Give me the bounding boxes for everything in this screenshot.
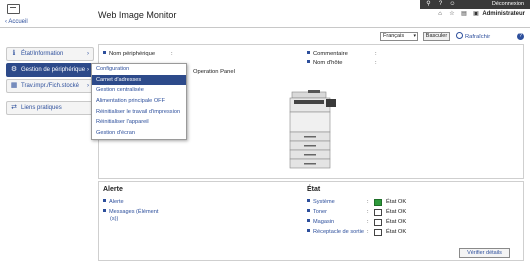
host-name-label: Nom d'hôte [313, 60, 343, 66]
sidebar-item-print-jobs[interactable]: ▦ Trav.impr./Fich.stocké › [6, 79, 94, 93]
colon: : [367, 199, 369, 205]
status-row-output-label[interactable]: Réceptacle de sortie [307, 229, 364, 235]
bullet-icon [307, 60, 310, 63]
switch-button[interactable]: Basculer [423, 32, 450, 41]
top-bar: Web Image Monitor ‹ Accueil ⚲ ? ☺ Déconn… [0, 0, 530, 28]
bullet-icon [103, 51, 106, 54]
status-row-value: État OK [386, 219, 407, 225]
links-icon: ⇄ [11, 104, 17, 111]
language-select-value: Français [383, 33, 405, 39]
host-name-value: : [375, 60, 377, 66]
help-icon[interactable]: ? [517, 33, 524, 40]
status-row-label: Toner [313, 209, 327, 215]
help-menu-icon[interactable]: ? [436, 1, 445, 8]
device-name-row: Nom périphérique : [103, 51, 173, 57]
colon: : [367, 219, 369, 225]
top-icon-bar: ⚲ ? ☺ Déconnexion [420, 0, 530, 9]
sidebar-item-label: Liens pratiques [21, 105, 62, 111]
bullet-icon [103, 209, 106, 212]
host-name-row: Nom d'hôte : [307, 60, 377, 66]
status-row-toner-label[interactable]: Toner [307, 209, 327, 215]
sidebar-item-status-info[interactable]: ℹ État/Information › [6, 47, 94, 61]
chevron-down-icon: ▾ [413, 33, 416, 39]
status-row-value: État OK [386, 229, 407, 235]
status-row-label: Système [313, 199, 335, 205]
status-row-tray-label[interactable]: Magasin [307, 219, 334, 225]
bullet-icon [307, 209, 310, 212]
search-icon[interactable]: ⚲ [424, 1, 433, 8]
refresh-icon [456, 32, 463, 39]
sidebar-item-device-management[interactable]: ⚙ Gestion de périphérique › [6, 63, 94, 77]
printer-image [289, 90, 336, 169]
menu-item-reset-print-job[interactable]: Réinitialiser le travail d'impression [92, 107, 186, 118]
bookmark-icon[interactable]: ☆ [448, 10, 456, 18]
menu-item-main-power-off[interactable]: Alimentation principale OFF [92, 96, 186, 107]
device-management-menu: Configuration Carnet d'adresses Gestion … [91, 63, 187, 140]
output-tray-icon [374, 229, 382, 236]
chevron-right-icon: › [87, 83, 89, 89]
bullet-icon [307, 229, 310, 232]
menu-item-reset-device[interactable]: Réinitialiser l'appareil [92, 117, 186, 128]
secondary-icon-bar: ⌂ ☆ ▤ ▣ Administrateur [420, 10, 530, 19]
status-row-value: État OK [386, 199, 407, 205]
colon: : [367, 209, 369, 215]
device-name-label: Nom périphérique [109, 51, 156, 57]
print-jobs-icon: ▦ [10, 82, 18, 89]
operation-panel-label: Operation Panel [193, 69, 235, 75]
comment-label: Commentaire [313, 51, 348, 57]
status-row-label: Réceptacle de sortie [313, 229, 364, 235]
chevron-right-icon: › [87, 67, 89, 73]
bullet-icon [103, 199, 106, 202]
home-link[interactable]: ‹ Accueil [5, 19, 28, 25]
status-panel: Alerte Alerte Messages (Élément (s)) Éta… [98, 181, 524, 261]
refresh-label: Rafraîchir [465, 34, 491, 40]
bullet-icon [307, 219, 310, 222]
comment-row: Commentaire : [307, 51, 377, 57]
app-title: Web Image Monitor [98, 10, 177, 20]
language-select[interactable]: Français ▾ [380, 32, 418, 41]
menu-item-central-management[interactable]: Gestion centralisée [92, 85, 186, 96]
home-link-label[interactable]: Accueil [8, 19, 27, 25]
colon: : [367, 229, 369, 235]
status-row-label: Magasin [313, 219, 335, 225]
user-name: Administrateur [482, 11, 525, 17]
system-ok-icon [374, 199, 382, 206]
info-icon: ℹ [12, 50, 16, 57]
header-divider [0, 27, 530, 28]
home-icon[interactable]: ⌂ [436, 10, 444, 18]
disconnect-link[interactable]: Déconnexion [492, 0, 524, 9]
clipboard-icon[interactable]: ▤ [460, 10, 468, 18]
tray-icon [374, 219, 382, 226]
chevron-right-icon: › [87, 51, 89, 57]
status-title: État [307, 186, 321, 193]
messages-link-count[interactable]: (s)) [110, 216, 118, 222]
sidebar-item-label: État/Information [21, 51, 64, 57]
menu-item-address-book[interactable]: Carnet d'adresses [92, 74, 186, 86]
alert-title: Alerte [103, 186, 123, 193]
alert-link-label: Alerte [109, 199, 124, 205]
sidebar-item-label: Gestion de périphérique [21, 67, 86, 73]
messages-link[interactable]: Messages (Élément [103, 209, 158, 215]
comment-value: : [375, 51, 377, 57]
notice-icon[interactable]: ▣ [472, 10, 480, 18]
status-row-value: État OK [386, 209, 407, 215]
menu-item-screen-management[interactable]: Gestion d'écran [92, 128, 186, 139]
device-gear-icon: ⚙ [10, 66, 18, 73]
user-icon[interactable]: ☺ [448, 1, 457, 8]
menu-item-configuration[interactable]: Configuration [92, 64, 186, 75]
check-details-button[interactable]: Vérifier détails [459, 248, 510, 258]
refresh-link[interactable]: Rafraîchir [456, 32, 490, 42]
status-row-system-label[interactable]: Système [307, 199, 335, 205]
sidebar: ℹ État/Information › ⚙ Gestion de périph… [6, 47, 94, 117]
top-controls: Français ▾ Basculer Rafraîchir ? [380, 32, 530, 41]
brand-logo [7, 4, 20, 14]
device-name-value: : [171, 51, 173, 57]
sidebar-item-links[interactable]: ⇄ Liens pratiques [6, 101, 94, 115]
sidebar-item-label: Trav.impr./Fich.stocké [21, 83, 80, 89]
alert-link[interactable]: Alerte [103, 199, 124, 205]
bullet-icon [307, 51, 310, 54]
bullet-icon [307, 199, 310, 202]
toner-icon [374, 209, 382, 216]
messages-link-label: Messages (Élément [109, 209, 159, 215]
